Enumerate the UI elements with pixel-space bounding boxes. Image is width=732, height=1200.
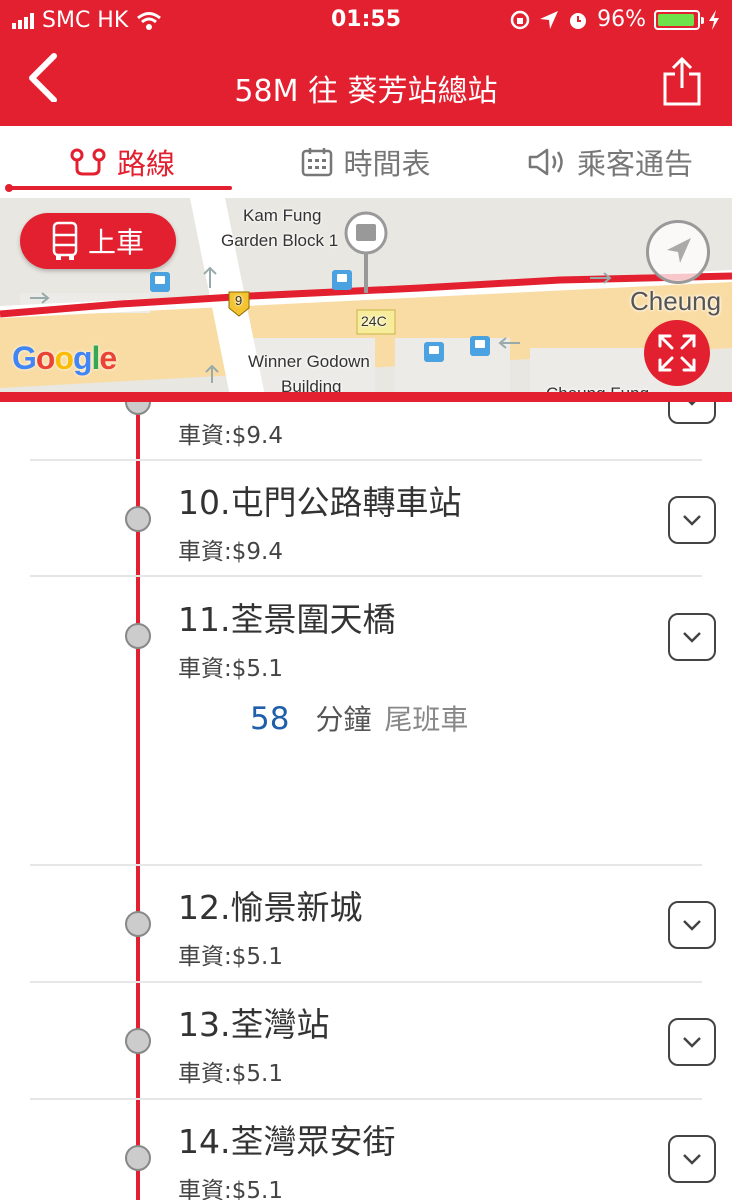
expand-stop-button[interactable] bbox=[668, 1018, 716, 1066]
share-icon bbox=[663, 56, 701, 106]
stop-fare: 車資:$5.1 bbox=[178, 656, 283, 682]
expand-icon bbox=[658, 334, 696, 372]
stop-node bbox=[125, 1028, 151, 1054]
chevron-down-icon bbox=[688, 402, 696, 406]
compass-button[interactable] bbox=[646, 220, 710, 284]
expand-stop-button[interactable] bbox=[668, 901, 716, 949]
map-bottom-border bbox=[0, 392, 732, 402]
charging-icon bbox=[709, 9, 719, 30]
stop-fare: 車資:$9.4 bbox=[178, 539, 283, 565]
eta-note: 尾班車 bbox=[384, 703, 469, 736]
stop-node bbox=[125, 623, 151, 649]
board-button-label: 上車 bbox=[87, 226, 144, 259]
battery-icon bbox=[654, 9, 704, 30]
eta-minutes: 58 bbox=[250, 701, 290, 737]
stop-fare: 車資:$5.1 bbox=[178, 944, 283, 970]
stop-node bbox=[125, 402, 151, 415]
chevron-down-icon bbox=[683, 920, 701, 931]
expand-stop-button[interactable] bbox=[668, 1135, 716, 1183]
stop-divider bbox=[30, 981, 702, 983]
stop-divider bbox=[30, 459, 702, 461]
expand-stop-button[interactable] bbox=[668, 496, 716, 544]
location-arrow-icon bbox=[540, 10, 559, 29]
stop-fare: 車資:$5.1 bbox=[178, 1178, 283, 1200]
rotation-lock-icon bbox=[510, 10, 530, 29]
tab-timetable[interactable]: 時間表 bbox=[244, 126, 488, 198]
google-logo: Google bbox=[12, 340, 117, 376]
expand-map-button[interactable] bbox=[644, 320, 710, 386]
chevron-down-icon bbox=[683, 632, 701, 643]
bus-icon bbox=[52, 221, 78, 260]
battery-percent: 96% bbox=[597, 7, 646, 32]
board-button[interactable]: 上車 bbox=[20, 213, 176, 269]
map-label-garden-block: Garden Block 1 bbox=[221, 231, 339, 250]
tab-timetable-label: 時間表 bbox=[343, 147, 431, 181]
speaker-icon bbox=[528, 148, 563, 176]
stop-node bbox=[125, 506, 151, 532]
stop-fare: 車資:$9.4 bbox=[178, 423, 283, 449]
stop-name[interactable]: 10.屯門公路轉車站 bbox=[178, 476, 461, 524]
stop-node bbox=[125, 1145, 151, 1171]
chevron-left-icon bbox=[29, 53, 57, 103]
stop-divider bbox=[30, 575, 702, 577]
back-button[interactable] bbox=[24, 52, 74, 106]
map-label-cheung: Cheung bbox=[630, 286, 722, 316]
calendar-icon bbox=[302, 148, 333, 177]
tab-notices[interactable]: 乘客通告 bbox=[488, 126, 732, 198]
expand-stop-button[interactable] bbox=[668, 613, 716, 661]
stop-name[interactable]: 12.愉景新城 bbox=[178, 881, 362, 929]
stop-divider bbox=[30, 1098, 702, 1100]
map-label-kam-fung: Kam Fung bbox=[243, 206, 322, 225]
expand-stop-button[interactable] bbox=[668, 402, 716, 424]
stop-name[interactable]: 13.荃灣站 bbox=[178, 998, 329, 1046]
app-header: SMC HK 01:55 96% 58M 往 葵芳站總站 bbox=[0, 0, 732, 126]
route-map[interactable]: Kam Fung Garden Block 1 9 24C Winner God… bbox=[0, 198, 732, 396]
route-icon bbox=[70, 148, 106, 176]
stop-node bbox=[125, 911, 151, 937]
status-bar: SMC HK 01:55 96% bbox=[0, 0, 732, 40]
chevron-down-icon bbox=[683, 515, 701, 526]
navigation-arrow-icon bbox=[667, 238, 691, 263]
tab-bar: 路線 時間表 乘客通告 bbox=[0, 126, 732, 198]
stop-name[interactable]: 14.荃灣眾安街 bbox=[178, 1115, 395, 1163]
chevron-down-icon bbox=[683, 1037, 701, 1048]
map-label-winner-godown: Winner Godown bbox=[248, 352, 370, 371]
stop-name[interactable]: 11.荃景圍天橋 bbox=[178, 593, 395, 641]
stop-fare: 車資:$5.1 bbox=[178, 1061, 283, 1087]
stop-list: 車資:$9.4 10.屯門公路轉車站 車資:$9.4 11.荃景圍天橋 車資:$… bbox=[0, 402, 732, 1200]
eta-unit: 分鐘 bbox=[315, 703, 372, 736]
alarm-icon bbox=[570, 12, 587, 29]
tab-route[interactable]: 路線 bbox=[0, 126, 244, 198]
page-title: 58M 往 葵芳站總站 bbox=[234, 74, 498, 109]
map-label-route-24c: 24C bbox=[361, 313, 387, 329]
share-button[interactable] bbox=[662, 56, 702, 106]
stop-divider bbox=[30, 864, 702, 866]
eta-info: 58 分鐘 尾班車 bbox=[250, 698, 468, 738]
map-label-route-9: 9 bbox=[235, 293, 243, 308]
tab-route-label: 路線 bbox=[116, 147, 175, 181]
tab-notices-label: 乘客通告 bbox=[576, 147, 693, 181]
chevron-down-icon bbox=[683, 1154, 701, 1165]
